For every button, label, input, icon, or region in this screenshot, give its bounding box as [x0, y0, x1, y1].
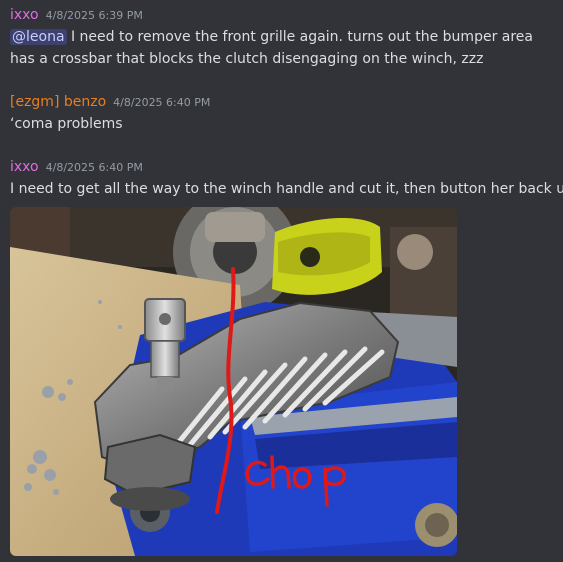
author-name[interactable]: ixxo: [10, 157, 39, 177]
message-text: ‘coma problems: [10, 116, 123, 132]
message-text: I need to get all the way to the winch h…: [10, 181, 563, 197]
message-3: ixxo 4/8/2025 6:40 PM I need to get all …: [10, 157, 563, 200]
author-name[interactable]: ixxo: [10, 5, 39, 25]
message-timestamp: 4/8/2025 6:39 PM: [45, 9, 143, 22]
message-timestamp: 4/8/2025 6:40 PM: [113, 96, 211, 109]
user-mention[interactable]: @leona: [10, 29, 67, 45]
message-header: ixxo 4/8/2025 6:39 PM: [10, 5, 557, 25]
author-name[interactable]: [ezgm] benzo: [10, 92, 106, 112]
message-header: [ezgm] benzo 4/8/2025 6:40 PM: [10, 92, 557, 112]
message-2: [ezgm] benzo 4/8/2025 6:40 PM ‘coma prob…: [10, 92, 557, 135]
image-attachment[interactable]: [10, 207, 457, 556]
message-header: ixxo 4/8/2025 6:40 PM: [10, 157, 557, 177]
message-1: ixxo 4/8/2025 6:39 PM @leona I need to r…: [10, 5, 557, 70]
message-text: I need to remove the front grille again.…: [10, 29, 533, 67]
winch-handle-photo: [10, 207, 457, 556]
message-timestamp: 4/8/2025 6:40 PM: [45, 161, 143, 174]
message-content: @leona I need to remove the front grille…: [10, 26, 557, 70]
